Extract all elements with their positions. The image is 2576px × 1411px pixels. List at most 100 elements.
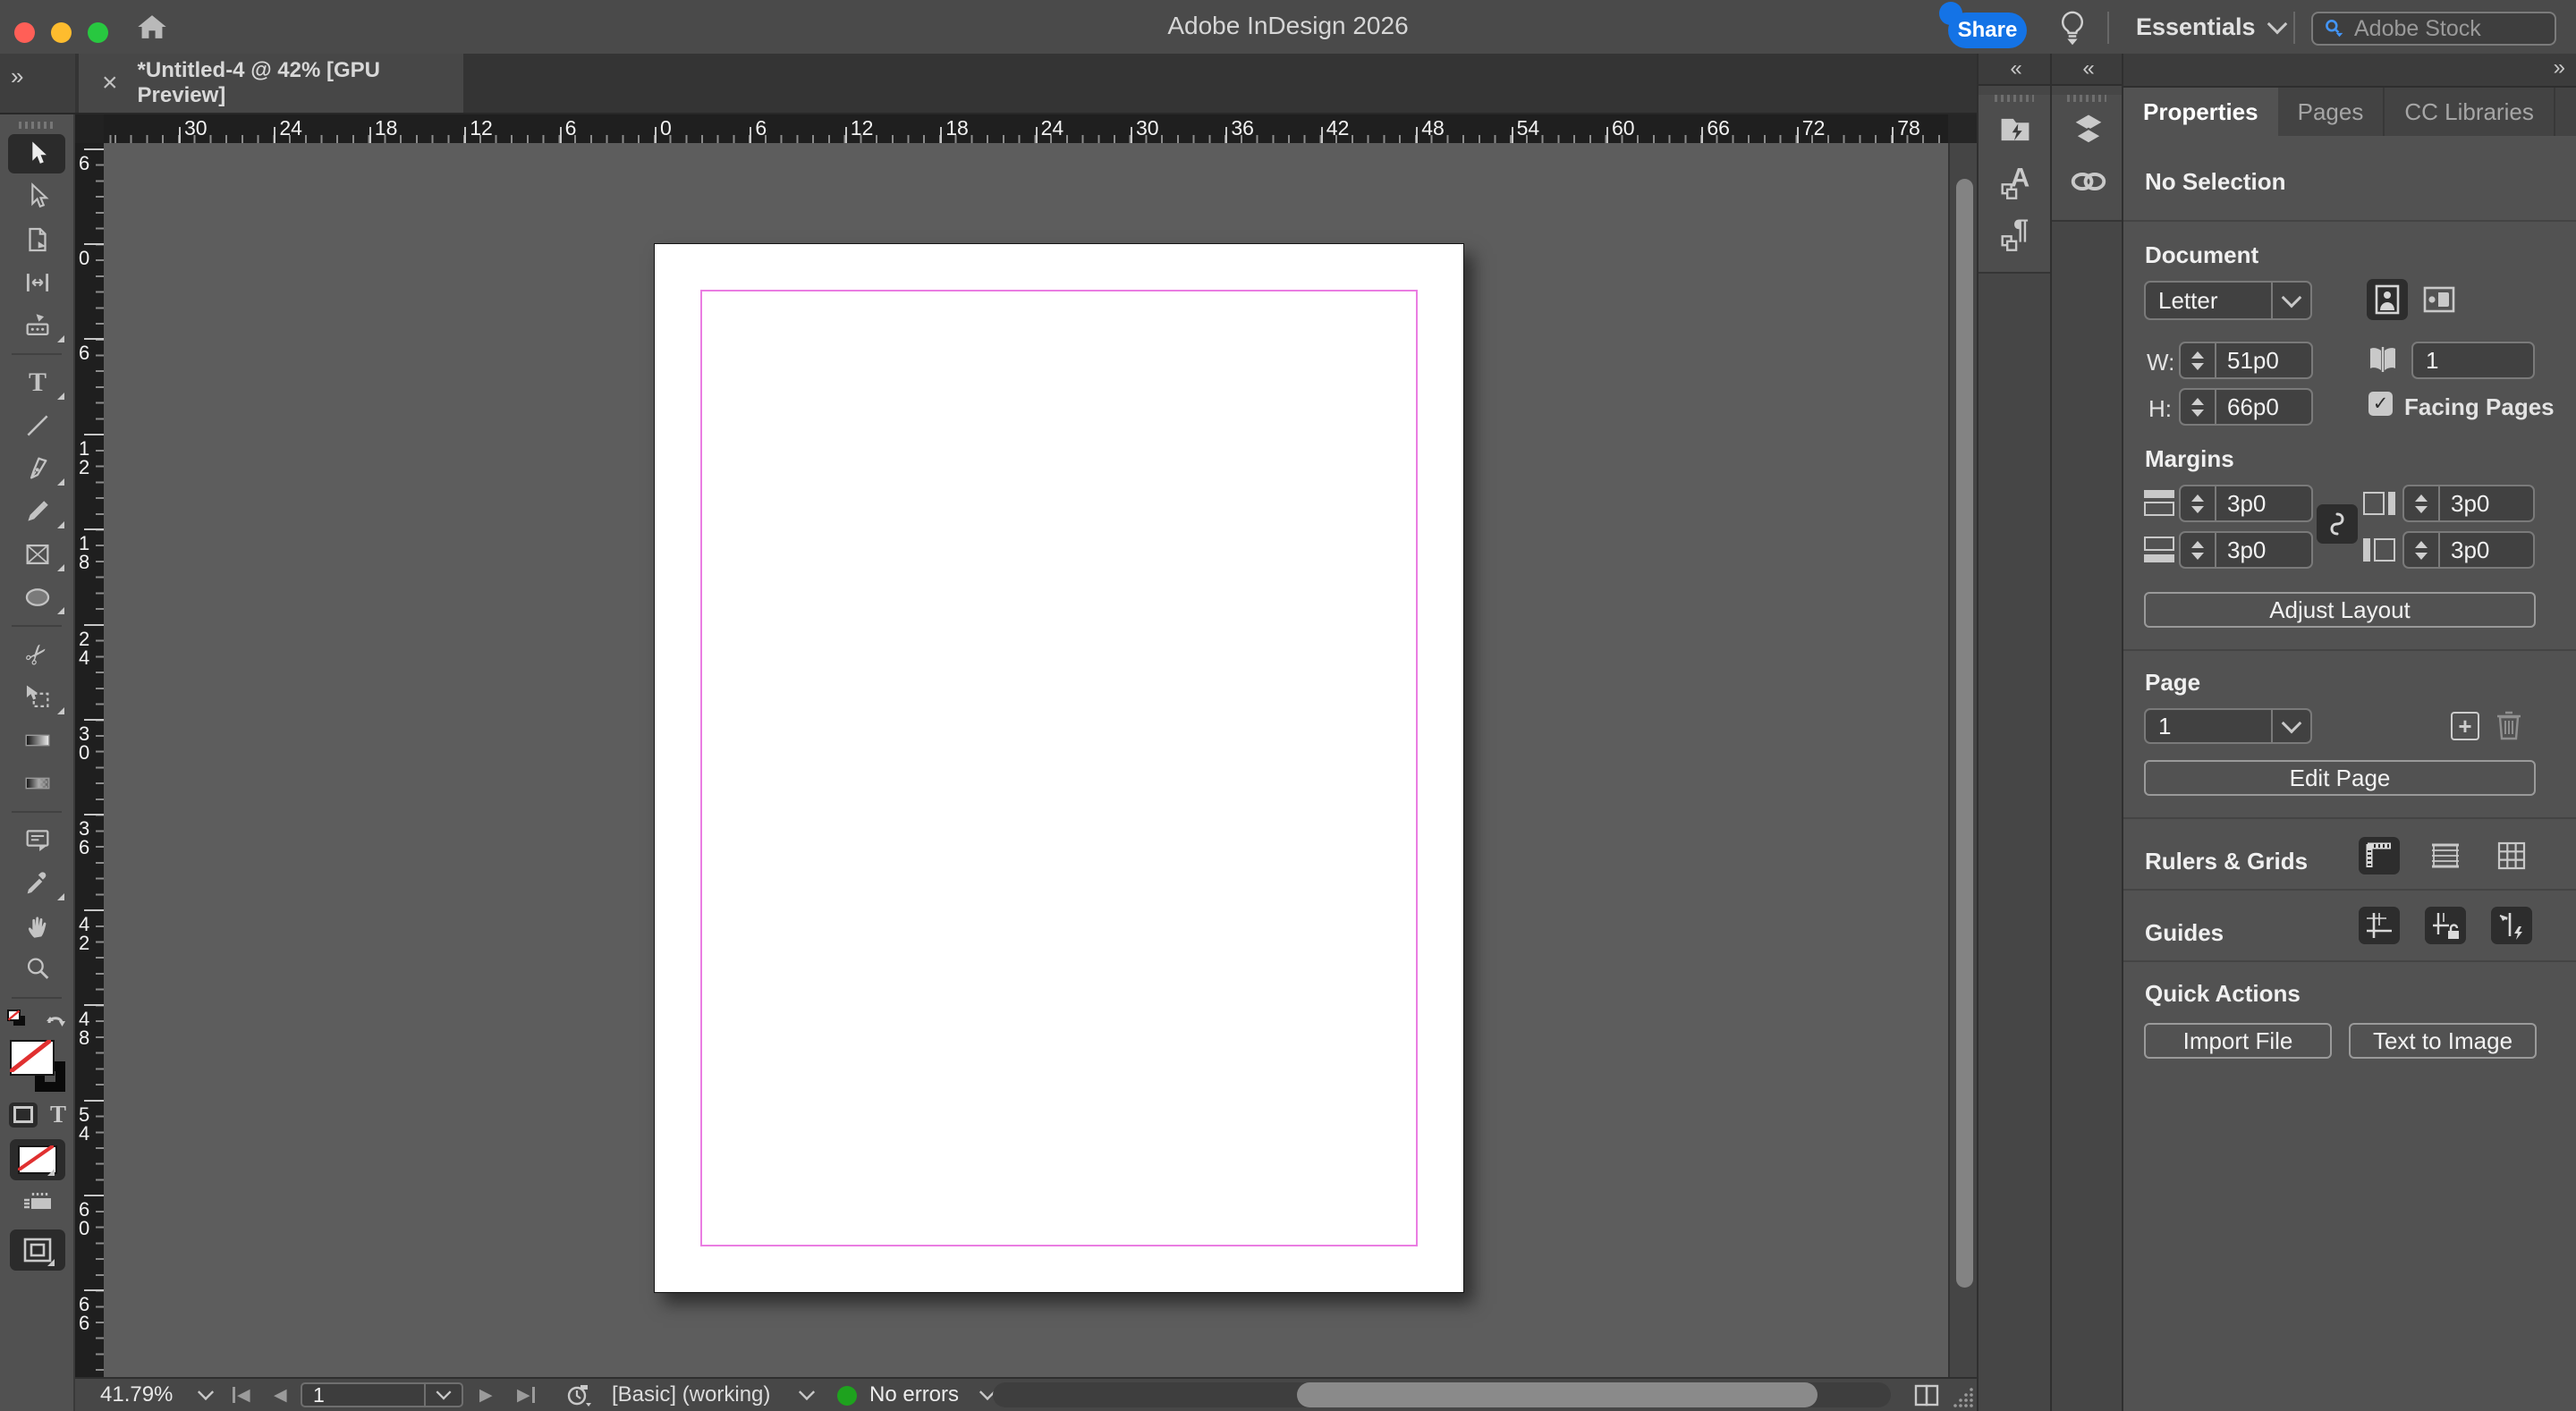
- margin-outside-field[interactable]: 3p0: [2402, 485, 2535, 522]
- layers-icon[interactable]: [2052, 104, 2125, 156]
- character-styles-icon[interactable]: A: [1979, 156, 2052, 207]
- pages-count-field[interactable]: 1: [2411, 342, 2535, 379]
- facing-pages-checkbox[interactable]: [2368, 392, 2393, 416]
- tab-pages[interactable]: Pages: [2278, 88, 2385, 136]
- document-tab[interactable]: × *Untitled-4 @ 42% [GPU Preview]: [79, 54, 463, 113]
- note-tool[interactable]: [0, 819, 75, 862]
- default-fill-stroke-icon[interactable]: [6, 1009, 30, 1035]
- view-options-icon[interactable]: [22, 1191, 53, 1219]
- landscape-orientation-button[interactable]: [2419, 279, 2460, 320]
- zoom-tool[interactable]: [0, 948, 75, 991]
- zoom-level[interactable]: 41.79%: [100, 1379, 173, 1411]
- page-dropdown-chevron[interactable]: [424, 1384, 462, 1406]
- collapse-dock-chevrons[interactable]: «: [2052, 54, 2122, 86]
- height-value[interactable]: 66p0: [2216, 390, 2311, 424]
- text-to-image-button[interactable]: Text to Image: [2349, 1023, 2537, 1059]
- vertical-scrollbar-thumb[interactable]: [1956, 179, 1973, 1288]
- width-field[interactable]: 51p0: [2179, 342, 2313, 379]
- apply-none-button[interactable]: [10, 1139, 65, 1180]
- home-icon[interactable]: [134, 11, 170, 47]
- eyedropper-tool[interactable]: [0, 862, 75, 905]
- gradient-swatch-tool[interactable]: [0, 719, 75, 762]
- dock-drag-handle[interactable]: [1995, 95, 2034, 102]
- margin-outside-stepper[interactable]: [2404, 486, 2440, 520]
- pasteboard[interactable]: [104, 143, 1948, 1377]
- margin-inside-stepper[interactable]: [2404, 533, 2440, 567]
- screen-mode-button[interactable]: [10, 1229, 65, 1271]
- adobe-stock-search-input[interactable]: Adobe Stock: [2311, 12, 2556, 46]
- selection-tool[interactable]: [0, 132, 75, 175]
- collapse-dock-chevrons[interactable]: «: [1979, 54, 2050, 86]
- formatting-affects-text-icon[interactable]: T: [50, 1101, 66, 1128]
- zoom-window-button[interactable]: [88, 22, 108, 43]
- gradient-feather-tool[interactable]: [0, 762, 75, 805]
- type-tool[interactable]: T: [0, 361, 75, 404]
- tab-properties[interactable]: Properties: [2123, 88, 2278, 136]
- baseline-grid-icon[interactable]: [2425, 837, 2466, 874]
- expand-toolbar-chevrons[interactable]: »: [0, 54, 75, 113]
- margin-inside-field[interactable]: 3p0: [2402, 531, 2535, 569]
- swap-fill-stroke-icon[interactable]: [44, 1010, 69, 1034]
- vertical-scrollbar[interactable]: [1948, 143, 1977, 1377]
- direct-selection-tool[interactable]: [0, 175, 75, 218]
- dock-drag-handle[interactable]: [2067, 95, 2106, 102]
- toolbar-drag-handle[interactable]: [19, 122, 55, 129]
- margin-inside-value[interactable]: 3p0: [2440, 533, 2533, 567]
- margin-top-stepper[interactable]: [2181, 486, 2216, 520]
- rectangle-frame-tool[interactable]: [0, 533, 75, 576]
- spread-view-icon[interactable]: [1912, 1383, 1943, 1411]
- previous-page-icon[interactable]: ◀: [274, 1379, 287, 1411]
- add-page-icon[interactable]: +: [2451, 712, 2479, 740]
- horizontal-scrollbar[interactable]: [993, 1382, 1891, 1407]
- pencil-tool[interactable]: [0, 490, 75, 533]
- vertical-ruler[interactable]: 6 0 6 1 2 1 8 2 4 3 0 3 6 4 2 4 8 5 4 6 0 6 6: [75, 143, 104, 1377]
- ellipse-tool[interactable]: [0, 576, 75, 619]
- page-size-select[interactable]: Letter: [2144, 281, 2312, 320]
- page-number-field[interactable]: 1: [301, 1382, 463, 1407]
- collapse-panel-chevrons[interactable]: »: [2123, 54, 2576, 88]
- gap-tool[interactable]: [0, 261, 75, 304]
- portrait-orientation-button[interactable]: [2367, 279, 2408, 320]
- import-file-button[interactable]: Import File: [2144, 1023, 2332, 1059]
- share-button[interactable]: Share: [1948, 13, 2027, 48]
- horizontal-scrollbar-thumb[interactable]: [1297, 1382, 1818, 1407]
- page-select[interactable]: 1: [2144, 708, 2312, 744]
- first-page-icon[interactable]: ◀: [233, 1379, 250, 1411]
- fill-none-swatch[interactable]: [10, 1040, 55, 1076]
- close-window-button[interactable]: [14, 22, 35, 43]
- ruler-origin-corner[interactable]: [75, 114, 104, 143]
- minimize-window-button[interactable]: [51, 22, 72, 43]
- resize-grip-icon[interactable]: [1952, 1386, 1975, 1411]
- preflight-icon[interactable]: [565, 1379, 592, 1411]
- document-page[interactable]: [654, 243, 1464, 1293]
- margin-top-field[interactable]: 3p0: [2179, 485, 2313, 522]
- show-rulers-icon[interactable]: [2359, 837, 2400, 874]
- height-field[interactable]: 66p0: [2179, 388, 2313, 426]
- lightbulb-icon[interactable]: [2057, 9, 2088, 53]
- width-stepper[interactable]: [2181, 343, 2216, 377]
- close-tab-icon[interactable]: ×: [102, 70, 118, 97]
- workspace-switcher[interactable]: Essentials: [2136, 0, 2287, 54]
- scissors-tool[interactable]: ✂: [0, 633, 75, 676]
- horizontal-ruler[interactable]: 30 24 18 12 6 0 6 12 18 24 30 36 42 48 54 60 66 72 78: [104, 114, 1948, 143]
- error-status[interactable]: No errors: [869, 1379, 959, 1411]
- formatting-affects-container-icon[interactable]: [9, 1102, 38, 1128]
- free-transform-tool[interactable]: [0, 676, 75, 719]
- hand-tool[interactable]: [0, 905, 75, 948]
- delete-page-icon[interactable]: [2494, 708, 2524, 748]
- line-tool[interactable]: [0, 404, 75, 447]
- margin-bottom-value[interactable]: 3p0: [2216, 533, 2311, 567]
- margin-bottom-field[interactable]: 3p0: [2179, 531, 2313, 569]
- document-grid-icon[interactable]: [2491, 837, 2532, 874]
- preflight-chevron[interactable]: [798, 1379, 816, 1411]
- pages-count-value[interactable]: 1: [2413, 343, 2533, 377]
- content-collector-tool[interactable]: [0, 304, 75, 347]
- page-tool[interactable]: [0, 218, 75, 261]
- lock-guides-icon[interactable]: [2425, 907, 2466, 944]
- height-stepper[interactable]: [2181, 390, 2216, 424]
- cc-libraries-icon[interactable]: [1979, 104, 2052, 156]
- last-page-icon[interactable]: ▶: [517, 1379, 535, 1411]
- width-value[interactable]: 51p0: [2216, 343, 2311, 377]
- show-guides-icon[interactable]: [2359, 907, 2400, 944]
- zoom-dropdown-chevron[interactable]: [197, 1379, 215, 1411]
